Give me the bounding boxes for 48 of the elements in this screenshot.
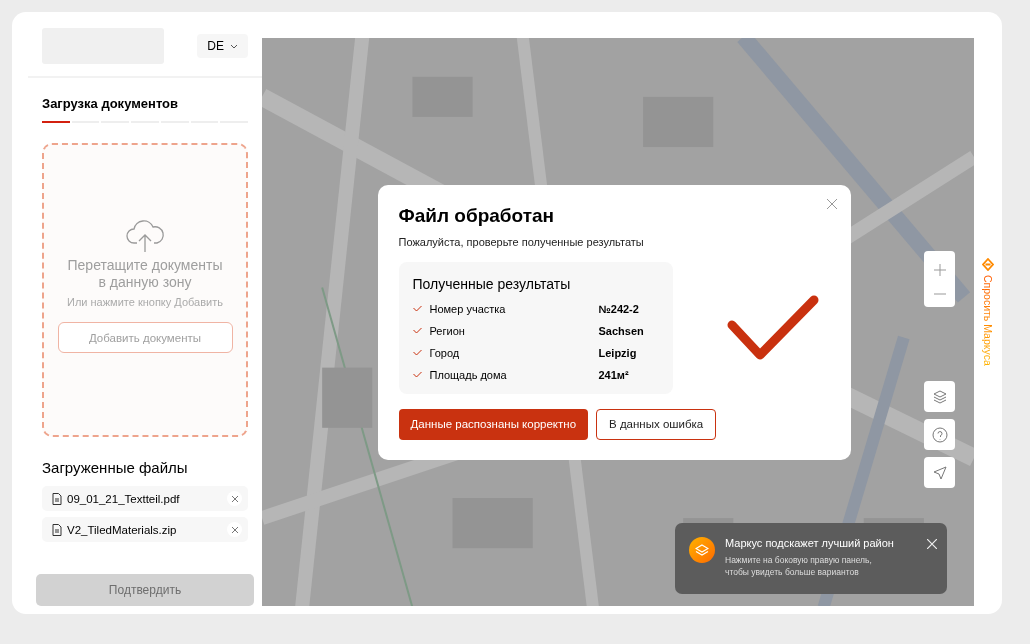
document-icon xyxy=(52,492,62,505)
add-documents-button[interactable]: Добавить документы xyxy=(57,322,233,353)
result-label: Регион xyxy=(429,324,466,337)
section-title: Загруженные файлы xyxy=(42,459,189,476)
result-value: Sachsen xyxy=(598,324,645,337)
result-label: Город xyxy=(429,346,461,359)
dialog-subtitle: Пожалуйста, проверьте полученные результаты xyxy=(398,235,645,248)
remove-button[interactable] xyxy=(227,522,242,537)
checkmark-icon xyxy=(726,294,819,361)
check-icon xyxy=(412,371,422,378)
check-icon xyxy=(412,305,422,312)
toast-title: Маркус подскажет лучший район xyxy=(725,537,895,549)
layers-icon xyxy=(931,388,948,405)
section-title: Загрузка документов xyxy=(42,96,179,111)
close-icon xyxy=(230,525,239,534)
result-value: Leipzig xyxy=(598,346,638,359)
dialog-title: Файл обработан xyxy=(398,204,556,227)
zoom-in-icon[interactable] xyxy=(933,263,946,276)
result-label: Номер участка xyxy=(429,302,507,315)
close-icon xyxy=(230,494,239,503)
layers-button[interactable] xyxy=(924,381,955,412)
check-icon xyxy=(412,349,422,356)
result-label: Площадь дома xyxy=(429,368,508,381)
file-name: V2_TiledMaterials.zip xyxy=(67,523,178,536)
drop-zone[interactable]: Перетащите документы в данную зону Или нажмите кнопку Добавить Добавить документы xyxy=(42,143,248,437)
drop-zone-title: Перетащите документы в данную зону xyxy=(66,257,224,291)
layers-icon xyxy=(689,537,715,563)
check-icon xyxy=(412,327,422,334)
result-value: №242-2 xyxy=(598,302,640,315)
document-icon xyxy=(52,523,62,536)
zoom-out-icon[interactable] xyxy=(933,292,946,295)
close-button[interactable] xyxy=(826,198,837,209)
remove-button[interactable] xyxy=(227,491,242,506)
locate-button[interactable] xyxy=(924,457,955,488)
help-icon xyxy=(931,426,948,443)
result-value: 241м² xyxy=(598,368,630,381)
results-title: Полученные результаты xyxy=(412,275,572,292)
toast-text: Нажмите на боковую правую панель, чтобы увидеть больше вариантов xyxy=(725,554,873,578)
language-select[interactable]: DE xyxy=(197,34,248,58)
drop-zone-hint: Или нажмите кнопку Добавить xyxy=(67,296,223,308)
help-button[interactable] xyxy=(924,419,955,450)
cloud-upload-icon xyxy=(125,219,165,253)
primary-button[interactable]: Данные распознаны корректно xyxy=(398,408,589,440)
secondary-button[interactable]: В данных ошибка xyxy=(596,408,717,440)
file-name: 09_01_21_Textteil.pdf xyxy=(67,492,181,505)
caret-icon xyxy=(230,43,238,49)
logo-icon xyxy=(982,258,994,271)
navigation-arrow-icon xyxy=(931,464,948,481)
